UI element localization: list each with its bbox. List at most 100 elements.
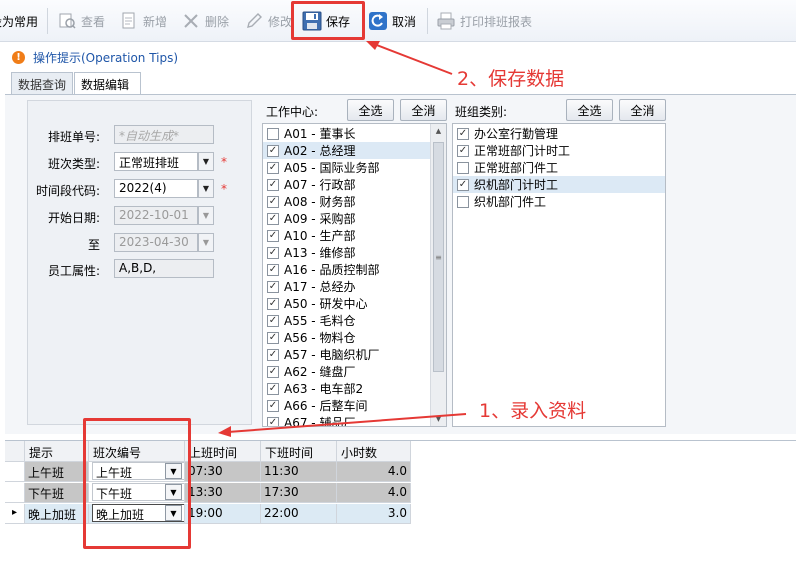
work-center-item[interactable]: ✓ A05 - 国际业务部 [263,159,430,176]
grid-row-indicator[interactable] [5,483,25,503]
checkbox-icon[interactable] [457,161,469,174]
shift-group-item[interactable]: ✓ 办公室行勤管理 [453,125,665,142]
grid-cell-tip[interactable]: 上午班 [25,462,89,482]
checkbox-icon[interactable] [457,195,469,208]
work-center-list[interactable]: A01 - 董事长 ✓ A02 - 总经理 ✓ A05 - 国际业务部 ✓ A07 - 行政… [262,123,447,427]
period-code-dropdown[interactable]: ▼ [198,179,214,198]
work-center-item[interactable]: ✓ A08 - 财务部 [263,193,430,210]
work-center-item-label: A01 - 董事长 [284,127,356,141]
grid-cell-start-time[interactable]: 19:00 [185,504,261,524]
work-center-item[interactable]: ✓ A16 - 品质控制部 [263,261,430,278]
checkbox-checked-icon[interactable]: ✓ [267,331,279,344]
edit-button[interactable]: 修改 [244,9,292,33]
work-center-item[interactable]: ✓ A63 - 电车部2 [263,380,430,397]
grid-cell-hours[interactable]: 4.0 [337,462,411,482]
scroll-thumb[interactable]: ≡ [433,142,444,372]
end-date-dropdown[interactable]: ▼ [198,233,214,252]
grid-cell-end-time[interactable]: 17:30 [261,483,337,503]
shift-group-select-all-button[interactable]: 全选 [566,99,613,121]
view-button[interactable]: 查看 [57,9,105,33]
chevron-down-icon[interactable]: ▼ [165,505,182,521]
grid-cell-hours[interactable]: 4.0 [337,483,411,503]
col-header-shift-code[interactable]: 班次编号 [89,441,185,462]
period-code-select[interactable]: 2022(4) [114,179,198,198]
work-center-item[interactable]: A01 - 董事长 [263,125,430,142]
work-center-item[interactable]: ✓ A56 - 物料仓 [263,329,430,346]
chevron-down-icon[interactable]: ▼ [165,484,182,500]
start-date-field[interactable]: 2022-10-01 [114,206,198,225]
grid-row-indicator[interactable]: ▸ [5,504,25,524]
checkbox-checked-icon[interactable]: ✓ [267,144,279,157]
shift-group-item[interactable]: ✓ 织机部门计时工 [453,176,665,193]
checkbox-checked-icon[interactable]: ✓ [457,144,469,157]
operation-tips[interactable]: ! 操作提示(Operation Tips) [12,48,178,66]
checkbox-icon[interactable] [267,127,279,140]
work-center-item[interactable]: ✓ A02 - 总经理 [263,142,430,159]
shift-group-item[interactable]: ✓ 正常班部门计时工 [453,142,665,159]
tab-data-query[interactable]: 数据查询 [11,72,73,94]
col-header-tip[interactable]: 提示 [25,441,89,462]
checkbox-checked-icon[interactable]: ✓ [267,263,279,276]
checkbox-checked-icon[interactable]: ✓ [267,178,279,191]
checkbox-checked-icon[interactable]: ✓ [267,195,279,208]
checkbox-checked-icon[interactable]: ✓ [457,127,469,140]
grid-cell-start-time[interactable]: 13:30 [185,483,261,503]
shift-group-item[interactable]: 织机部门件工 [453,193,665,210]
start-date-dropdown[interactable]: ▼ [198,206,214,225]
grid-row-indicator[interactable] [5,462,25,482]
work-center-item[interactable]: ✓ A13 - 维修部 [263,244,430,261]
grid-cell-shift-code[interactable]: 上午班 ▼ [89,462,185,482]
checkbox-checked-icon[interactable]: ✓ [267,161,279,174]
toolbar-separator [47,8,48,34]
employee-attr-field[interactable]: A,B,D, [114,259,214,278]
work-center-item[interactable]: ✓ A50 - 研发中心 [263,295,430,312]
col-header-end-time[interactable]: 下班时间 [261,441,337,462]
grid-cell-hours[interactable]: 3.0 [337,504,411,524]
work-center-item[interactable]: ✓ A57 - 电脑织机厂 [263,346,430,363]
checkbox-checked-icon[interactable]: ✓ [267,229,279,242]
grid-cell-shift-code[interactable]: 晚上加班 ▼ [89,504,185,524]
checkbox-checked-icon[interactable]: ✓ [457,178,469,191]
tab-data-edit[interactable]: 数据编辑 [74,72,141,95]
grid-cell-tip[interactable]: 下午班 [25,483,89,503]
scroll-up-icon[interactable]: ▲ [431,124,446,138]
work-center-item[interactable]: ✓ A09 - 采购部 [263,210,430,227]
work-center-item[interactable]: ✓ A07 - 行政部 [263,176,430,193]
schedule-no-field[interactable]: *自动生成* [114,125,214,144]
shift-group-clear-all-button[interactable]: 全消 [619,99,666,121]
end-date-field[interactable]: 2023-04-30 [114,233,198,252]
checkbox-checked-icon[interactable]: ✓ [267,314,279,327]
shift-group-list[interactable]: ✓ 办公室行勤管理 ✓ 正常班部门计时工 正常班部门件工 ✓ 织机部门计时工 织机部门件工 [452,123,666,427]
checkbox-checked-icon[interactable]: ✓ [267,365,279,378]
work-center-item-label: A13 - 维修部 [284,246,356,260]
checkbox-checked-icon[interactable]: ✓ [267,382,279,395]
grid-cell-shift-code[interactable]: 下午班 ▼ [89,483,185,503]
checkbox-checked-icon[interactable]: ✓ [267,348,279,361]
grid-cell-tip[interactable]: 晚上加班 [25,504,89,524]
work-center-item[interactable]: ✓ A17 - 总经办 [263,278,430,295]
delete-button[interactable]: 删除 [181,9,229,33]
shift-type-dropdown[interactable]: ▼ [198,152,214,171]
checkbox-checked-icon[interactable]: ✓ [267,212,279,225]
chevron-down-icon[interactable]: ▼ [165,463,182,479]
set-common-button[interactable]: 设为常用 [0,9,38,33]
grid-cell-end-time[interactable]: 22:00 [261,504,337,524]
work-center-item[interactable]: ✓ A62 - 缝盘厂 [263,363,430,380]
checkbox-checked-icon[interactable]: ✓ [267,246,279,259]
work-center-scrollbar[interactable]: ▲ ≡ ▼ [430,124,446,426]
col-header-start-time[interactable]: 上班时间 [185,441,261,462]
add-button[interactable]: 新增 [119,9,167,33]
shift-group-item[interactable]: 正常班部门件工 [453,159,665,176]
grid-cell-start-time[interactable]: 07:30 [185,462,261,482]
shift-type-select[interactable]: 正常班排班 [114,152,198,171]
work-center-item[interactable]: ✓ A10 - 生产部 [263,227,430,244]
save-button[interactable]: 保存 [302,9,350,33]
checkbox-checked-icon[interactable]: ✓ [267,280,279,293]
col-header-hours[interactable]: 小时数 [337,441,411,462]
work-center-select-all-button[interactable]: 全选 [347,99,394,121]
work-center-item[interactable]: ✓ A55 - 毛料仓 [263,312,430,329]
work-center-clear-all-button[interactable]: 全消 [400,99,447,121]
checkbox-checked-icon[interactable]: ✓ [267,297,279,310]
info-icon: ! [12,50,25,64]
grid-cell-end-time[interactable]: 11:30 [261,462,337,482]
